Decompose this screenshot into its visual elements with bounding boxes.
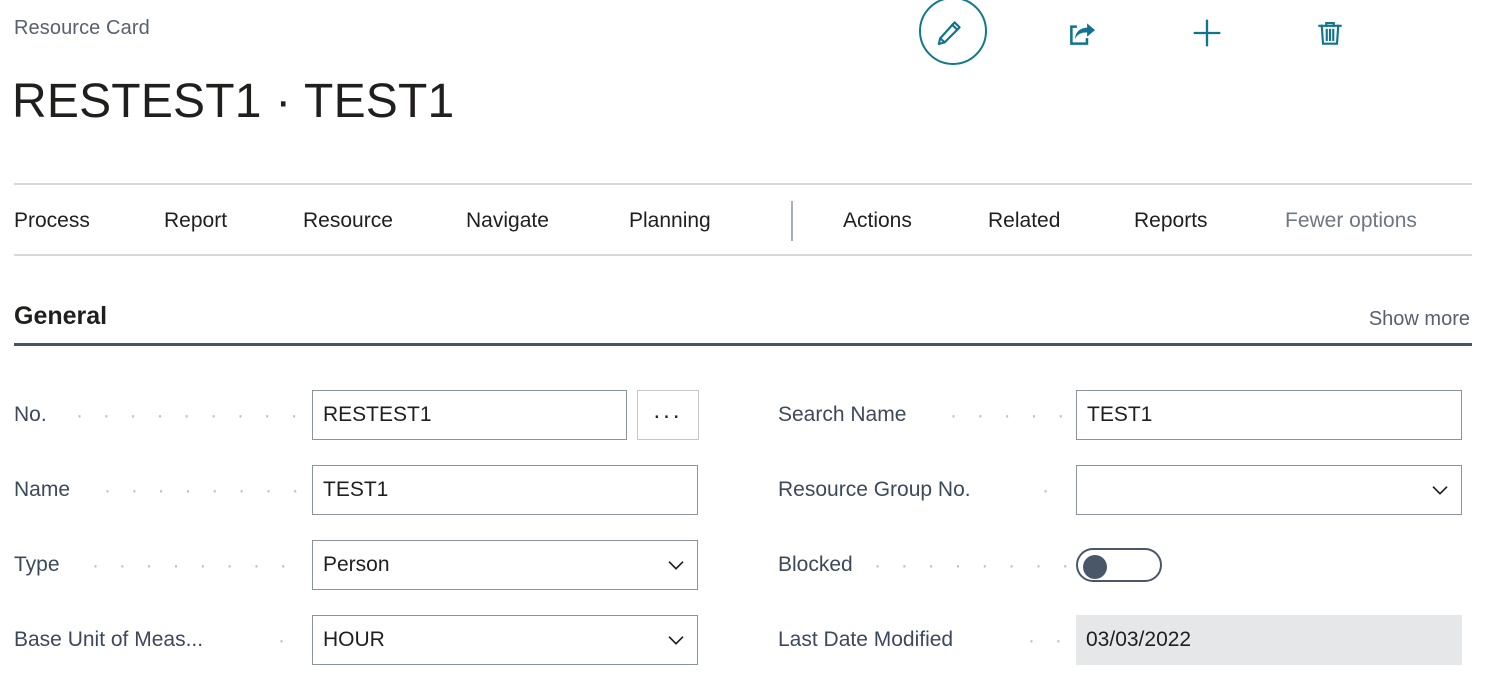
field-search-name-leader: · · · · · · · · (950, 404, 1068, 426)
field-base-unit-of-measure-dropdown[interactable]: HOUR (312, 615, 698, 665)
field-blocked-toggle[interactable] (1076, 548, 1162, 582)
field-base-unit-of-measure: Base Unit of Meas... · HOUR (14, 615, 700, 665)
field-base-unit-of-measure-leader: · (278, 629, 292, 651)
field-no-label: No. (14, 403, 47, 426)
field-no-assist-edit-button[interactable]: ... (637, 390, 699, 440)
field-type-label: Type (14, 553, 60, 576)
field-base-unit-of-measure-label: Base Unit of Meas... (14, 628, 204, 651)
field-last-date-modified-value-box: 03/03/2022 (1076, 615, 1462, 665)
field-name-input[interactable]: TEST1 (312, 465, 698, 515)
field-no: No. · · · · · · · · · · · · · · · · · RE… (14, 390, 700, 440)
field-resource-group-no: Resource Group No. · (778, 465, 1472, 515)
field-resource-group-no-label: Resource Group No. (778, 478, 971, 501)
field-type-dropdown[interactable]: Person (312, 540, 698, 590)
field-resource-group-no-leader: · (1042, 479, 1056, 501)
field-no-input[interactable]: RESTEST1 (312, 390, 627, 440)
resource-card-page: Resource Card RESTEST1 · TEST1 Process R… (0, 0, 1486, 688)
field-last-date-modified-value: 03/03/2022 (1086, 628, 1192, 651)
field-blocked-label: Blocked (778, 553, 853, 576)
field-type: Type · · · · · · · · · · · · · · · · Per… (14, 540, 700, 590)
field-blocked-leader: · · · · · · · · · · · · · · (874, 554, 1068, 576)
field-name-leader: · · · · · · · · · · · · · · · (104, 479, 306, 501)
field-last-date-modified-label: Last Date Modified (778, 628, 954, 651)
general-form: No. · · · · · · · · · · · · · · · · · RE… (0, 0, 1486, 688)
field-name-value: TEST1 (323, 478, 389, 501)
field-base-unit-of-measure-value: HOUR (323, 628, 385, 651)
chevron-down-icon (668, 636, 684, 645)
field-blocked: Blocked · · · · · · · · · · · · · · (778, 540, 1472, 590)
chevron-down-icon (1432, 486, 1448, 495)
field-type-leader: · · · · · · · · · · · · · · · · (92, 554, 306, 576)
chevron-down-icon (668, 561, 684, 570)
field-last-date-modified: Last Date Modified · · 03/03/2022 (778, 615, 1472, 665)
field-no-value: RESTEST1 (323, 403, 432, 426)
field-search-name-label: Search Name (778, 403, 907, 426)
field-no-leader: · · · · · · · · · · · · · · · · · (76, 404, 306, 426)
field-name: Name · · · · · · · · · · · · · · · TEST1 (14, 465, 700, 515)
field-search-name: Search Name · · · · · · · · TEST1 (778, 390, 1472, 440)
toggle-knob (1083, 555, 1107, 579)
field-last-date-modified-leader: · · (1028, 629, 1068, 651)
field-search-name-input[interactable]: TEST1 (1076, 390, 1462, 440)
field-type-value: Person (323, 553, 390, 576)
field-resource-group-no-dropdown[interactable] (1076, 465, 1462, 515)
field-name-label: Name (14, 478, 71, 501)
field-search-name-value: TEST1 (1087, 403, 1153, 426)
